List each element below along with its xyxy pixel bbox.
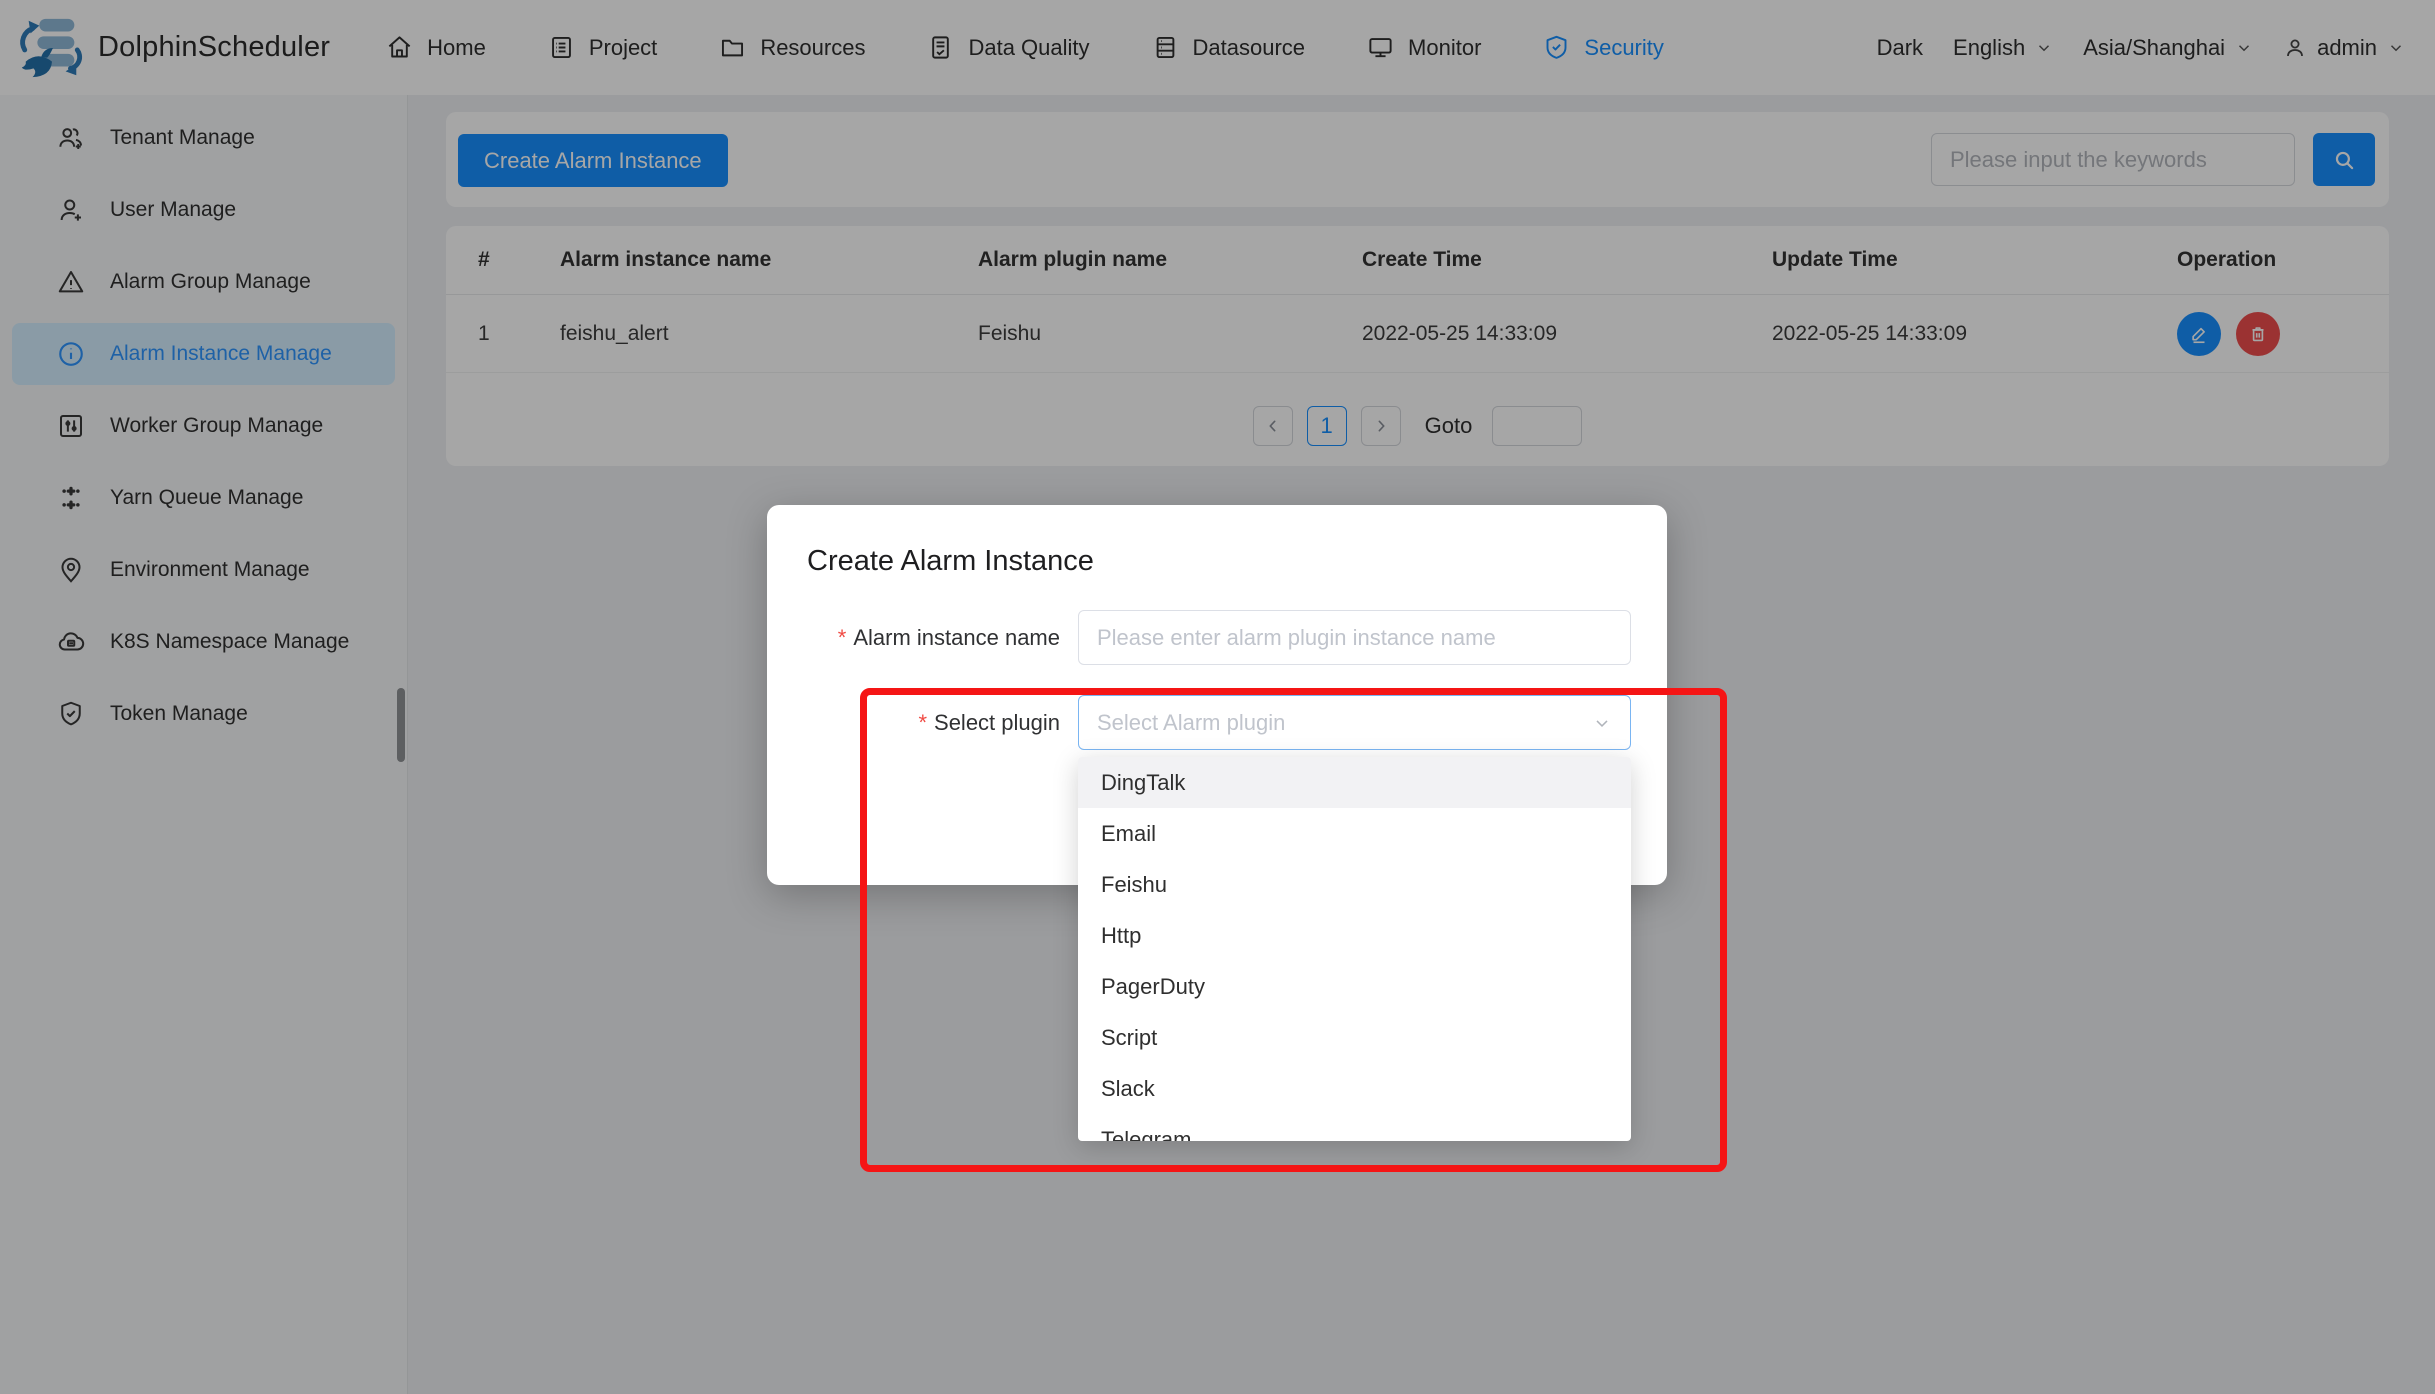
dropdown-option-script[interactable]: Script	[1078, 1012, 1631, 1063]
required-marker: *	[838, 625, 847, 650]
dropdown-option-email[interactable]: Email	[1078, 808, 1631, 859]
select-placeholder: Select Alarm plugin	[1097, 710, 1285, 736]
select-plugin-label: *Select plugin	[767, 695, 1060, 750]
select-plugin-dropdown[interactable]: Select Alarm plugin	[1078, 695, 1631, 750]
chevron-down-icon	[1592, 713, 1612, 733]
required-marker: *	[918, 710, 927, 735]
dropdown-option-telegram[interactable]: Telegram	[1078, 1114, 1631, 1141]
dropdown-option-feishu[interactable]: Feishu	[1078, 859, 1631, 910]
alarm-plugin-dropdown-menu: DingTalk Email Feishu Http PagerDuty Scr…	[1078, 757, 1631, 1141]
alarm-instance-name-input[interactable]	[1078, 610, 1631, 665]
dropdown-option-pagerduty[interactable]: PagerDuty	[1078, 961, 1631, 1012]
modal-title: Create Alarm Instance	[807, 545, 1094, 578]
dropdown-option-dingtalk[interactable]: DingTalk	[1078, 757, 1631, 808]
dropdown-option-http[interactable]: Http	[1078, 910, 1631, 961]
alarm-instance-name-label: *Alarm instance name	[767, 610, 1060, 665]
dropdown-option-slack[interactable]: Slack	[1078, 1063, 1631, 1114]
